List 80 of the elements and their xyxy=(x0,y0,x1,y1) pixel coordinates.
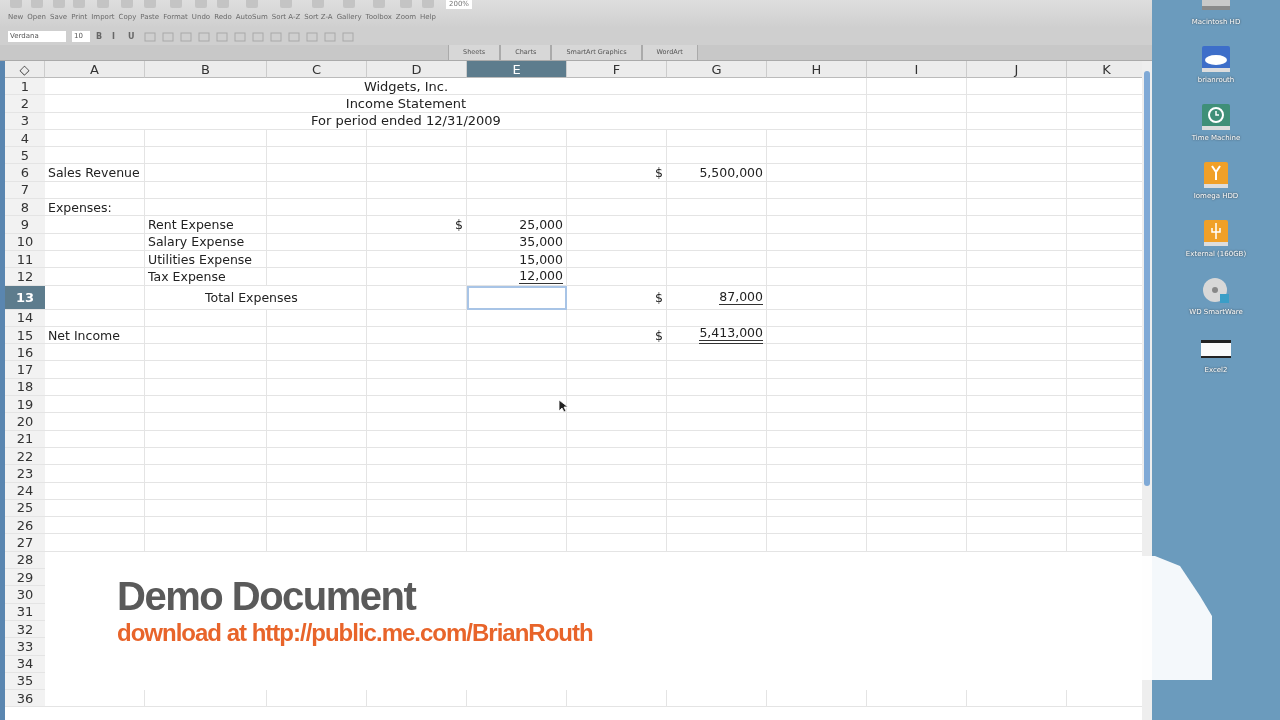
style-button[interactable]: U xyxy=(128,32,138,41)
table-cell: Net Income xyxy=(45,326,145,345)
style-button[interactable]: I xyxy=(112,32,122,41)
row-header[interactable]: 29 xyxy=(5,569,45,587)
column-header[interactable]: D xyxy=(367,61,467,78)
table-cell: Rent Expense xyxy=(145,216,267,234)
column-header[interactable]: C xyxy=(267,61,367,78)
disc-icon xyxy=(1203,278,1229,303)
column-header[interactable]: A xyxy=(45,61,145,78)
table-cell: $ xyxy=(567,326,667,345)
row-header[interactable]: 23 xyxy=(5,465,45,483)
table-cell: 15,000 xyxy=(467,250,567,269)
row-header[interactable]: 27 xyxy=(5,534,45,552)
format-icon[interactable] xyxy=(234,31,246,42)
column-header[interactable]: H xyxy=(767,61,867,78)
format-icon[interactable] xyxy=(306,31,318,42)
column-header[interactable]: G xyxy=(667,61,767,78)
row-header[interactable]: 5 xyxy=(5,147,45,165)
row-header[interactable]: 30 xyxy=(5,586,45,604)
row-header[interactable]: 2 xyxy=(5,95,45,113)
hard-drive-icon xyxy=(1202,0,1230,10)
row-header[interactable]: 36 xyxy=(5,690,45,708)
row-header[interactable]: 26 xyxy=(5,517,45,535)
column-header[interactable]: F xyxy=(567,61,667,78)
usb-drive-icon xyxy=(1204,220,1228,246)
format-icon[interactable] xyxy=(162,31,174,42)
row-header[interactable]: 1 xyxy=(5,78,45,96)
row-header[interactable]: 9 xyxy=(5,216,45,234)
table-cell: 25,000 xyxy=(467,216,567,234)
statement-heading: Income Statement xyxy=(345,95,467,111)
window-icon xyxy=(1201,340,1231,358)
statement-heading: Widgets, Inc. xyxy=(363,78,449,94)
format-icon[interactable] xyxy=(144,31,156,42)
column-header[interactable]: E xyxy=(467,61,567,78)
banner-title: Demo Document xyxy=(117,574,417,618)
table-cell: $ xyxy=(567,164,667,182)
table-cell: 12,000 xyxy=(467,268,567,286)
row-header[interactable]: 20 xyxy=(5,413,45,431)
column-header[interactable]: J xyxy=(967,61,1067,78)
table-cell: 35,000 xyxy=(467,233,567,251)
row-header[interactable]: 19 xyxy=(5,396,45,414)
table-cell: 5,413,000 xyxy=(667,326,767,345)
column-header[interactable]: B xyxy=(145,61,267,78)
table-cell: 5,500,000 xyxy=(667,164,767,182)
format-icon[interactable] xyxy=(216,31,228,42)
banner-link-text: download at http://public.me.com/BrianRouth xyxy=(117,618,594,648)
style-button[interactable]: B xyxy=(96,32,106,41)
table-cell: 87,000 xyxy=(667,285,767,310)
table-cell: Tax Expense xyxy=(145,268,267,286)
table-cell: Salary Expense xyxy=(145,233,267,251)
row-header[interactable]: 6 xyxy=(5,164,45,182)
format-icon[interactable] xyxy=(252,31,264,42)
table-cell: $ xyxy=(567,285,667,310)
table-cell: Total Expenses xyxy=(145,285,367,310)
table-cell: Utilities Expense xyxy=(145,250,267,269)
format-icon[interactable] xyxy=(270,31,282,42)
row-header[interactable]: 13 xyxy=(5,285,45,310)
mouse-cursor-icon xyxy=(558,399,568,413)
row-header[interactable]: 8 xyxy=(5,199,45,217)
row-header[interactable]: 16 xyxy=(5,344,45,362)
format-icon[interactable] xyxy=(198,31,210,42)
column-header[interactable]: I xyxy=(867,61,967,78)
format-icon[interactable] xyxy=(288,31,300,42)
table-cell: $ xyxy=(367,216,467,234)
format-icon[interactable] xyxy=(180,31,192,42)
format-icon[interactable] xyxy=(324,31,336,42)
format-icon[interactable] xyxy=(342,31,354,42)
table-cell: Sales Revenue xyxy=(45,164,145,182)
cloud-drive-icon xyxy=(1202,46,1230,72)
select-all-corner[interactable]: ◇ xyxy=(5,61,45,78)
row-header[interactable]: 17 xyxy=(5,361,45,379)
clock-drive-icon xyxy=(1202,104,1230,130)
table-cell[interactable] xyxy=(467,285,567,310)
statement-heading: For period ended 12/31/2009 xyxy=(311,113,501,129)
row-header[interactable]: 12 xyxy=(5,268,45,286)
row-header[interactable]: 33 xyxy=(5,638,45,656)
table-cell: Expenses: xyxy=(45,199,145,217)
scrollbar-thumb[interactable] xyxy=(1144,71,1150,486)
column-header[interactable]: K xyxy=(1067,61,1142,78)
external-drive-icon xyxy=(1204,162,1228,188)
